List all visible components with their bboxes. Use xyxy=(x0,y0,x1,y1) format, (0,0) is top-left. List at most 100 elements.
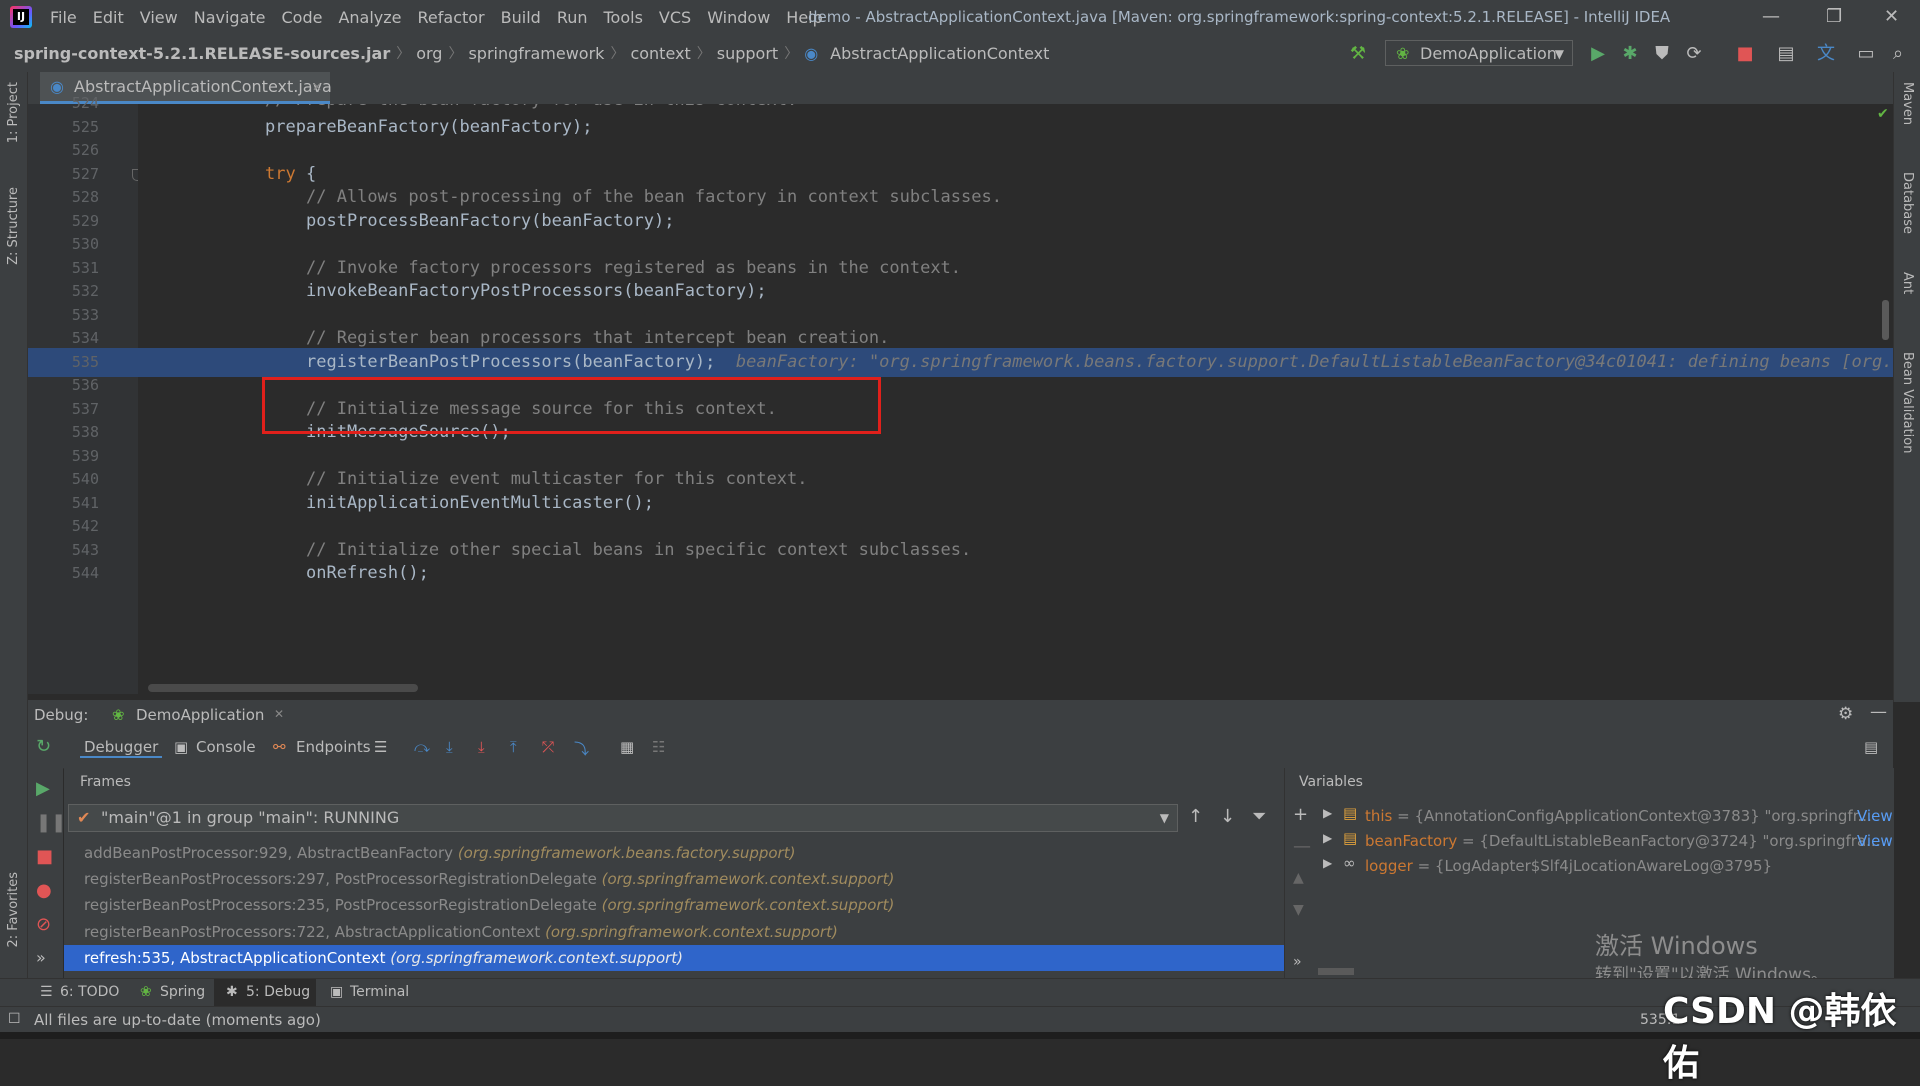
more-icon[interactable]: » xyxy=(1293,954,1302,970)
editor-horizontal-scrollbar[interactable] xyxy=(148,684,418,692)
add-watch-icon[interactable]: + xyxy=(1293,804,1308,825)
view-link[interactable]: View xyxy=(1857,829,1893,853)
move-up-icon[interactable]: ▲ xyxy=(1293,870,1304,886)
run-config-dropdown[interactable]: ❀ DemoApplication ▼ xyxy=(1385,40,1573,66)
tab-endpoints[interactable]: Endpoints xyxy=(296,738,371,756)
tab-todo[interactable]: 6: TODO xyxy=(60,984,119,1000)
view-link[interactable]: View xyxy=(1857,804,1893,828)
expand-arrow-icon[interactable]: ▶ xyxy=(1323,831,1332,845)
arrow-down-icon[interactable]: ↓ xyxy=(1220,806,1235,827)
bean-validation-tool-tab[interactable]: Bean Validation xyxy=(1900,352,1915,453)
debug-icon[interactable]: ✱ xyxy=(1620,44,1640,64)
debug-session-tab[interactable]: DemoApplication xyxy=(136,706,264,724)
profile-icon[interactable]: ⟳ xyxy=(1684,44,1704,64)
tab-debug[interactable]: 5: Debug xyxy=(246,984,310,1000)
variable-row[interactable]: logger = {LogAdapter$Slf4jLocationAwareL… xyxy=(1365,854,1772,878)
variables-scrollbar[interactable] xyxy=(1318,968,1354,975)
breadcrumb-support[interactable]: support xyxy=(711,44,784,63)
menu-item-file[interactable]: File xyxy=(42,8,85,27)
breadcrumb-springframework[interactable]: springframework xyxy=(462,44,610,63)
more-icon[interactable]: » xyxy=(36,948,46,967)
force-step-into-icon[interactable]: ⤓ xyxy=(478,738,485,756)
menu-item-edit[interactable]: Edit xyxy=(85,8,132,27)
translate-icon[interactable]: 文 xyxy=(1816,44,1836,64)
code-comment: // Initialize other special beans in spe… xyxy=(306,539,972,560)
static-field-icon: ∞ xyxy=(1343,854,1356,872)
arrow-up-icon[interactable]: ↑ xyxy=(1188,806,1203,827)
coverage-icon[interactable]: ⛊ xyxy=(1652,44,1672,64)
filter-icon[interactable]: ⏷ xyxy=(1252,806,1266,827)
pause-icon[interactable]: ❚❚ xyxy=(36,812,66,833)
menu-item-vcs[interactable]: VCS xyxy=(651,8,699,27)
drop-frame-icon[interactable]: ⤱ xyxy=(542,738,554,756)
step-out-icon[interactable]: ⤒ xyxy=(510,738,517,756)
tab-console[interactable]: Console xyxy=(196,738,256,756)
move-down-icon[interactable]: ▼ xyxy=(1293,902,1304,918)
mute-breakpoints-icon[interactable]: ⊘ xyxy=(36,914,51,935)
tab-spring[interactable]: Spring xyxy=(160,984,205,1000)
menu-item-build[interactable]: Build xyxy=(493,8,549,27)
breadcrumb-class[interactable]: AbstractApplicationContext xyxy=(824,44,1055,63)
gear-icon[interactable]: ⚙ xyxy=(1838,704,1853,724)
run-to-cursor-icon[interactable]: ⤵ xyxy=(574,738,589,759)
menu-item-refactor[interactable]: Refactor xyxy=(410,8,493,27)
resume-icon[interactable]: ▶ xyxy=(36,778,50,799)
editor-scrollbar[interactable] xyxy=(1882,300,1889,340)
breadcrumb-jar[interactable]: spring-context-5.2.1.RELEASE-sources.jar xyxy=(0,44,396,63)
breadcrumb-context[interactable]: context xyxy=(624,44,696,63)
thread-selector[interactable]: ✔ "main"@1 in group "main": RUNNING ▼ xyxy=(68,804,1178,832)
search-icon[interactable]: ⌕ xyxy=(1888,44,1908,64)
breadcrumb-org[interactable]: org xyxy=(410,44,448,63)
project-tool-tab[interactable]: 1: Project xyxy=(6,82,21,143)
build-hammer-icon[interactable]: ⚒ xyxy=(1348,44,1368,64)
show-execution-point-icon[interactable]: ☰ xyxy=(374,738,387,756)
run-icon[interactable]: ▶ xyxy=(1588,44,1608,64)
tab-terminal[interactable]: Terminal xyxy=(350,984,409,1000)
menu-item-view[interactable]: View xyxy=(132,8,186,27)
favorites-tool-tab[interactable]: 2: Favorites xyxy=(6,872,21,948)
tab-debugger[interactable]: Debugger xyxy=(80,738,163,758)
variable-row[interactable]: this = {AnnotationConfigApplicationConte… xyxy=(1365,804,1872,828)
stack-frame-row[interactable]: refresh:535, AbstractApplicationContext … xyxy=(64,944,1284,971)
view-breakpoints-icon[interactable]: ● xyxy=(36,880,52,901)
menu-item-tools[interactable]: Tools xyxy=(596,8,651,27)
expand-arrow-icon[interactable]: ▶ xyxy=(1323,806,1332,820)
menu-item-navigate[interactable]: Navigate xyxy=(186,8,274,27)
trace-icon[interactable]: ☷ xyxy=(652,738,665,756)
menu-item-analyze[interactable]: Analyze xyxy=(330,8,409,27)
layout-settings-icon[interactable]: ▤ xyxy=(1864,738,1878,756)
evaluate-expression-icon[interactable]: ▦ xyxy=(620,738,634,756)
rerun-icon[interactable]: ↻ xyxy=(36,736,51,757)
ant-tool-tab[interactable]: Ant xyxy=(1900,272,1915,294)
code-comment: // Register bean processors that interce… xyxy=(306,328,890,348)
stack-frame-row[interactable]: registerBeanPostProcessors:235, PostProc… xyxy=(64,892,1284,918)
maven-tool-tab[interactable]: Maven xyxy=(1900,82,1915,125)
stop-icon[interactable]: ■ xyxy=(1735,44,1755,64)
frames-list: addBeanPostProcessor:929, AbstractBeanFa… xyxy=(64,840,1284,974)
hide-icon[interactable]: — xyxy=(1870,702,1887,722)
expand-arrow-icon[interactable]: ▶ xyxy=(1323,856,1332,870)
debug-header: Debug: ❀ DemoApplication ✕ ⚙ — xyxy=(28,700,1893,730)
structure-tool-tab[interactable]: Z: Structure xyxy=(6,187,21,265)
variable-row[interactable]: beanFactory = {DefaultListableBeanFactor… xyxy=(1365,829,1880,853)
windows-activation-watermark: 激活 Windows xyxy=(1595,932,1758,960)
menu-item-code[interactable]: Code xyxy=(274,8,331,27)
stack-frame-row[interactable]: addBeanPostProcessor:929, AbstractBeanFa… xyxy=(64,840,1284,866)
step-over-icon[interactable]: ⤼ xyxy=(414,738,430,756)
close-tab-icon[interactable]: ✕ xyxy=(312,72,322,102)
step-into-icon[interactable]: ⤓ xyxy=(446,738,453,756)
layout-icon[interactable]: ▭ xyxy=(1856,44,1876,64)
project-structure-icon[interactable]: ▤ xyxy=(1776,44,1796,64)
menu-item-window[interactable]: Window xyxy=(699,8,778,27)
stack-frame-row[interactable]: registerBeanPostProcessors:297, PostProc… xyxy=(64,866,1284,892)
minimize-icon[interactable]: — xyxy=(1762,6,1780,27)
variable-name: this xyxy=(1365,807,1393,825)
menu-item-run[interactable]: Run xyxy=(549,8,596,27)
stack-frame-row[interactable]: registerBeanPostProcessors:722, Abstract… xyxy=(64,919,1284,945)
database-tool-tab[interactable]: Database xyxy=(1900,172,1915,234)
close-session-icon[interactable]: ✕ xyxy=(274,707,284,721)
close-icon[interactable]: ✕ xyxy=(1884,6,1899,27)
stop-debug-icon[interactable]: ■ xyxy=(36,846,53,867)
remove-watch-icon[interactable]: — xyxy=(1293,836,1311,857)
restore-icon[interactable]: ❐ xyxy=(1826,6,1842,27)
